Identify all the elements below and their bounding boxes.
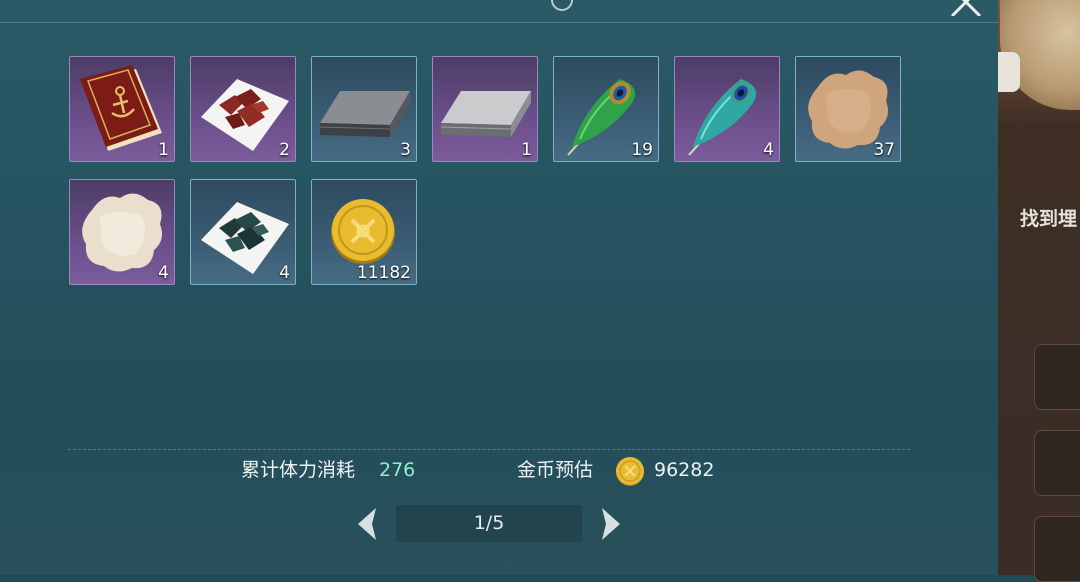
item-slot-gold-coin[interactable]: 11182 (311, 179, 417, 285)
item-slot-silver-ingot[interactable]: 1 (432, 56, 538, 162)
item-quantity: 4 (763, 140, 774, 160)
item-slot-red-ore[interactable]: 2 (190, 56, 296, 162)
side-item-slot[interactable] (1034, 430, 1080, 496)
item-quantity: 4 (158, 263, 169, 283)
summary-divider (68, 449, 910, 450)
item-slot-tan-hide[interactable]: 37 (795, 56, 901, 162)
close-icon[interactable] (946, 0, 986, 16)
item-quantity: 37 (873, 140, 895, 160)
item-quantity: 1 (521, 140, 532, 160)
item-quantity: 4 (279, 263, 290, 283)
stamina-consumed-label: 累计体力消耗 (241, 459, 356, 481)
item-slot-white-hide[interactable]: 4 (69, 179, 175, 285)
next-page-arrow-icon[interactable] (594, 506, 628, 542)
side-item-slot[interactable] (1034, 344, 1080, 410)
item-quantity: 11182 (356, 263, 411, 283)
previous-page-arrow-icon[interactable] (350, 506, 384, 542)
info-icon[interactable] (551, 0, 573, 11)
item-quantity: 3 (400, 140, 411, 160)
item-slot-anchor-book[interactable]: 1 (69, 56, 175, 162)
map-toggle-button[interactable] (998, 52, 1020, 92)
header-divider (0, 22, 998, 23)
loot-record-panel: 1 2 3 1 19 4 37 4 4 11182 累计体力消耗 276 金币预… (0, 0, 998, 575)
item-quantity: 19 (631, 140, 653, 160)
item-slot-green-peacock-feather[interactable]: 19 (553, 56, 659, 162)
item-quantity: 1 (158, 140, 169, 160)
item-slot-dark-green-ore[interactable]: 4 (190, 179, 296, 285)
stamina-consumed-value: 276 (379, 459, 416, 481)
item-slot-iron-ingot[interactable]: 3 (311, 56, 417, 162)
item-slot-teal-peacock-feather[interactable]: 4 (674, 56, 780, 162)
gold-estimate-value: 96282 (654, 459, 715, 481)
gold-estimate-label: 金币预估 (517, 459, 594, 481)
page-indicator: 1/5 (396, 505, 582, 542)
gold-coin-icon (616, 457, 644, 486)
side-panel-hint-text: 找到埋 (1020, 208, 1078, 230)
item-quantity: 2 (279, 140, 290, 160)
side-item-slot[interactable] (1034, 516, 1080, 582)
